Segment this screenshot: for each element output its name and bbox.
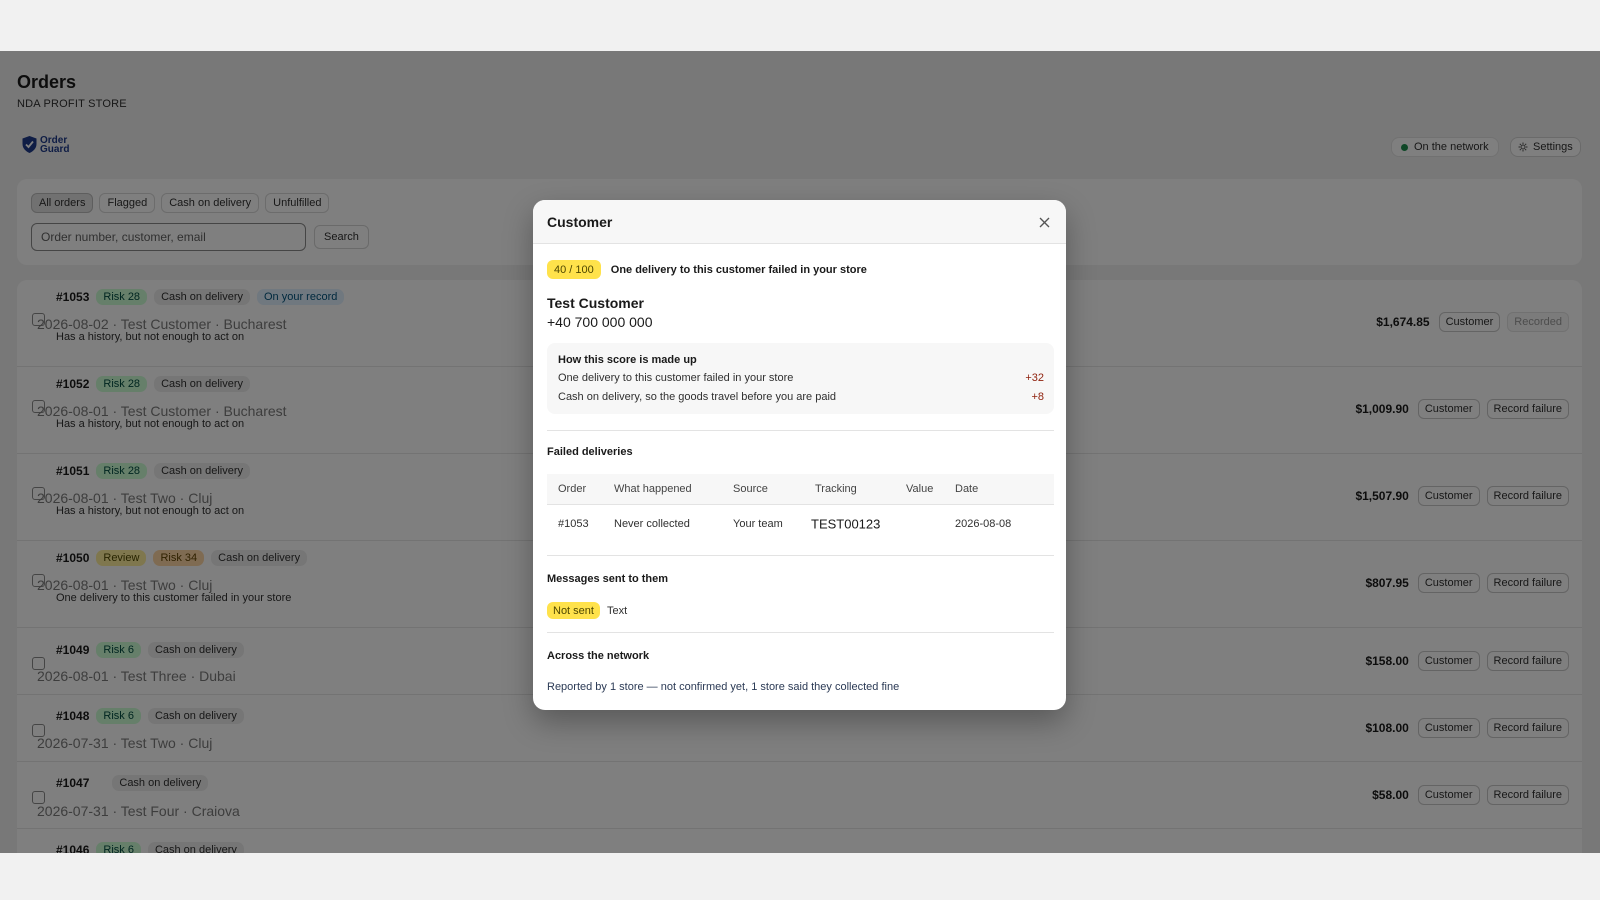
- message-channel: Text: [606, 604, 628, 617]
- message-status-badge: Not sent: [547, 602, 600, 619]
- breakdown-label: Cash on delivery, so the goods travel be…: [558, 391, 837, 403]
- col-date: Date: [955, 483, 979, 495]
- cell-source: Your team: [733, 518, 783, 530]
- close-icon: [1039, 217, 1049, 227]
- close-button[interactable]: [1036, 214, 1052, 230]
- breakdown-title: How this score is made up: [558, 354, 697, 366]
- section-divider: [547, 555, 1054, 556]
- breakdown-item: Cash on delivery, so the goods travel be…: [558, 391, 1044, 403]
- cell-order: #1053: [558, 518, 589, 530]
- modal-header: Customer: [533, 200, 1066, 244]
- cell-date: 2026-08-08: [955, 518, 1012, 530]
- risk-score-summary: One delivery to this customer failed in …: [610, 263, 867, 276]
- table-row: #1053 Never collected Your team TEST0012…: [547, 505, 1054, 543]
- col-source: Source: [733, 483, 768, 495]
- score-breakdown: How this score is made up One delivery t…: [547, 343, 1054, 414]
- breakdown-label: One delivery to this customer failed in …: [558, 372, 794, 384]
- col-what-happened: What happened: [614, 483, 692, 495]
- cell-what-happened: Never collected: [614, 518, 690, 530]
- risk-score-badge: 40 / 100: [547, 260, 601, 279]
- breakdown-value: +8: [1031, 391, 1044, 403]
- network-title: Across the network: [547, 650, 650, 662]
- section-divider: [547, 632, 1054, 633]
- messages-title: Messages sent to them: [547, 573, 669, 585]
- customer-name: Test Customer: [547, 295, 644, 311]
- col-order: Order: [558, 483, 587, 495]
- risk-score-line: 40 / 100 One delivery to this customer f…: [547, 260, 867, 279]
- message-status-line: Not sent Text: [547, 602, 627, 619]
- breakdown-value: +32: [1025, 372, 1044, 384]
- top-bar: [0, 0, 1600, 51]
- breakdown-item: One delivery to this customer failed in …: [558, 372, 1044, 384]
- cell-tracking: TEST00123: [811, 516, 881, 532]
- section-divider: [547, 430, 1054, 431]
- failed-deliveries-table: Order What happened Source Tracking Valu…: [547, 474, 1054, 543]
- failed-deliveries-title: Failed deliveries: [547, 446, 633, 458]
- network-report-text: Reported by 1 store — not confirmed yet,…: [547, 681, 900, 693]
- col-value: Value: [906, 483, 934, 495]
- customer-modal: Customer 40 / 100 One delivery to this c…: [533, 200, 1066, 710]
- col-tracking: Tracking: [815, 483, 857, 495]
- modal-title: Customer: [547, 214, 613, 230]
- table-header: Order What happened Source Tracking Valu…: [547, 474, 1054, 505]
- customer-phone: +40 700 000 000: [547, 314, 653, 330]
- bottom-bar: [0, 853, 1600, 900]
